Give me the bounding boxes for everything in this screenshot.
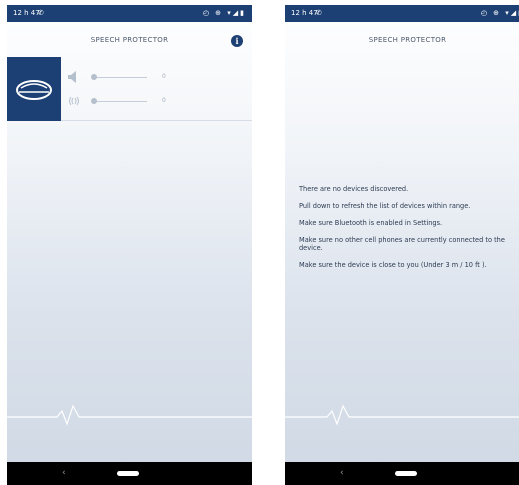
- speaker-volume-knob[interactable]: [91, 74, 97, 80]
- speaker-volume-track[interactable]: [95, 77, 147, 78]
- sound-level-track[interactable]: [95, 101, 147, 102]
- sound-level-value: 0: [162, 97, 166, 104]
- empty-state-line: Make sure the device is close to you (Un…: [299, 261, 487, 269]
- status-time: 12 h 47: [13, 9, 40, 17]
- page-title: SPEECH PROTECTOR: [90, 36, 169, 44]
- speaker-volume-value: 0: [162, 73, 166, 80]
- empty-state-line: Pull down to refresh the list of devices…: [299, 202, 471, 210]
- pulse-line: [7, 404, 252, 426]
- system-status-icons: ◴ ⊕ ▾◢▮: [480, 9, 519, 17]
- empty-state-line: There are no devices discovered.: [299, 185, 409, 193]
- navigation-bar: ‹: [7, 462, 252, 485]
- system-status-icons: ◴ ⊕ ▾◢▮: [202, 9, 246, 17]
- home-button[interactable]: [117, 471, 139, 476]
- sound-level-row: 0: [67, 95, 177, 107]
- info-icon[interactable]: i: [231, 35, 243, 47]
- sound-level-knob[interactable]: [91, 98, 97, 104]
- status-bar: 12 h 47 ✆ ◴ ⊕ ▾◢▮: [7, 5, 252, 22]
- device-thumbnail[interactable]: [7, 57, 61, 121]
- device-icon: [16, 80, 52, 100]
- speaker-volume-row: 0: [67, 71, 177, 83]
- sound-waves-icon: [69, 96, 79, 106]
- app-header: SPEECH PROTECTOR: [285, 22, 519, 56]
- back-button[interactable]: ‹: [340, 462, 344, 485]
- device-list-screen: 12 h 47 ✆ ◴ ⊕ ▾◢▮ SPEECH PROTECTOR i 0 0…: [7, 5, 252, 485]
- empty-state-line: Make sure no other cell phones are curre…: [299, 236, 505, 252]
- back-button[interactable]: ‹: [62, 462, 66, 485]
- notification-icon: ✆: [316, 9, 322, 17]
- app-header: SPEECH PROTECTOR: [7, 22, 252, 56]
- notification-icon: ✆: [38, 9, 44, 17]
- empty-state-screen: 12 h 47 ✆ ◴ ⊕ ▾◢▮ SPEECH PROTECTOR There…: [285, 5, 519, 485]
- empty-state-line: Make sure Bluetooth is enabled in Settin…: [299, 219, 443, 227]
- device-card[interactable]: 0 0: [7, 57, 252, 121]
- pulse-line: [285, 404, 519, 426]
- speaker-icon: [68, 71, 76, 83]
- navigation-bar: ‹: [285, 462, 519, 485]
- page-title: SPEECH PROTECTOR: [368, 36, 447, 44]
- empty-state-message: There are no devices discovered. Pull do…: [299, 185, 519, 278]
- home-button[interactable]: [395, 471, 417, 476]
- status-time: 12 h 47: [291, 9, 318, 17]
- status-bar: 12 h 47 ✆ ◴ ⊕ ▾◢▮: [285, 5, 519, 22]
